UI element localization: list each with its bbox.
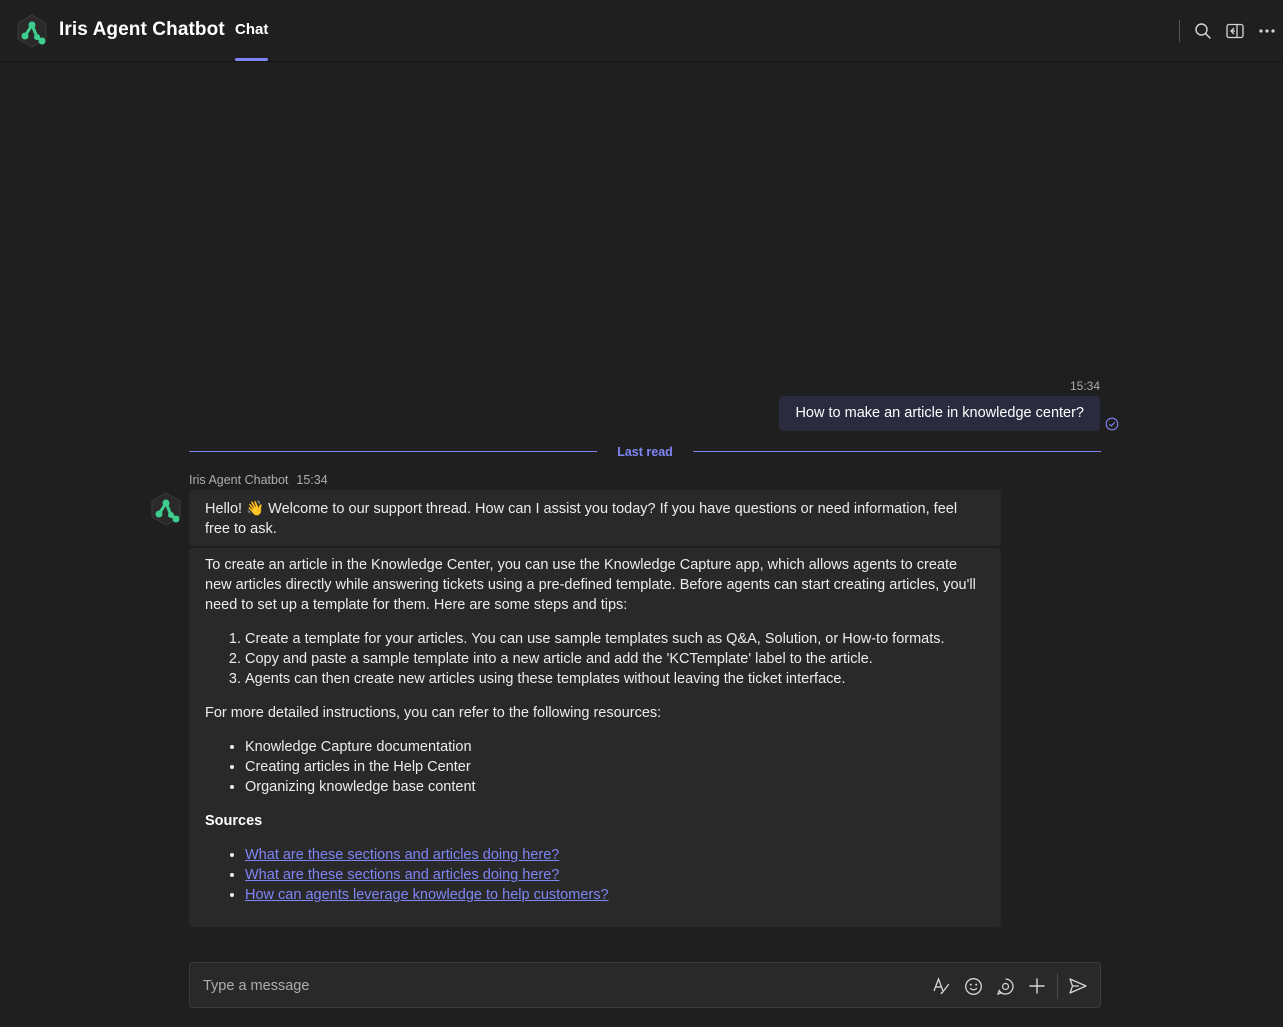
last-read-line-right [693,451,1101,452]
active-tab-indicator [235,58,268,61]
sources-heading: Sources [205,813,263,829]
greeting-text: Hello! 👋 Welcome to our support thread. … [205,501,958,537]
app-logo-icon [17,14,47,48]
answer-intro: To create an article in the Knowledge Ce… [205,557,976,613]
source-link[interactable]: What are these sections and articles doi… [245,867,559,883]
source-link[interactable]: How can agents leverage knowledge to hel… [245,887,609,903]
read-receipt-icon [1105,417,1119,431]
list-item: Copy and paste a sample template into a … [245,649,985,669]
emoji-button[interactable] [962,975,984,997]
incoming-timestamp: 15:34 [296,473,328,487]
sticker-icon [996,977,1014,995]
list-item: Knowledge Capture documentation [245,737,985,757]
incoming-message-answer[interactable]: To create an article in the Knowledge Ce… [189,548,1001,927]
emoji-icon [964,977,982,995]
header-bar: Iris Agent Chatbot Chat [0,0,1283,62]
send-icon [1069,978,1087,994]
sources-list: What are these sections and articles doi… [205,845,985,905]
send-button[interactable] [1067,975,1089,997]
add-attachment-button[interactable] [1026,975,1048,997]
bot-avatar-icon[interactable] [149,492,183,526]
outgoing-timestamp: 15:34 [1069,379,1100,393]
message-composer [189,962,1101,1008]
list-item: Creating articles in the Help Center [245,757,985,777]
search-icon [1195,23,1211,39]
composer-divider [1057,973,1058,999]
add-icon [1029,978,1045,994]
app-title: Iris Agent Chatbot [59,19,225,40]
incoming-message-meta: Iris Agent Chatbot 15:34 [189,473,328,487]
format-icon [933,977,950,995]
resources-list: Knowledge Capture documentation Creating… [205,737,985,797]
format-button[interactable] [930,975,952,997]
popout-icon [1226,23,1244,39]
header-divider [1179,20,1180,42]
list-item: How can agents leverage knowledge to hel… [245,885,985,905]
sticker-button[interactable] [994,975,1016,997]
tab-chat[interactable]: Chat [235,21,268,38]
incoming-message-greeting[interactable]: Hello! 👋 Welcome to our support thread. … [189,490,1001,546]
steps-list: Create a template for your articles. You… [205,629,985,689]
message-input[interactable] [203,975,903,997]
list-item: Organizing knowledge base content [245,777,985,797]
last-read-line-left [189,451,597,452]
resources-intro: For more detailed instructions, you can … [205,705,662,721]
list-item: Create a template for your articles. You… [245,629,985,649]
source-link[interactable]: What are these sections and articles doi… [245,847,559,863]
chat-app: Iris Agent Chatbot Chat 15:34 How to mak… [0,0,1283,1027]
search-button[interactable] [1192,20,1214,42]
outgoing-message[interactable]: How to make an article in knowledge cent… [779,396,1100,431]
sender-name: Iris Agent Chatbot [189,473,289,487]
more-options-button[interactable] [1256,20,1278,42]
last-read-label: Last read [617,445,673,459]
more-icon [1259,29,1275,33]
list-item: What are these sections and articles doi… [245,845,985,865]
popout-button[interactable] [1224,20,1246,42]
list-item: What are these sections and articles doi… [245,865,985,885]
list-item: Agents can then create new articles usin… [245,669,985,689]
